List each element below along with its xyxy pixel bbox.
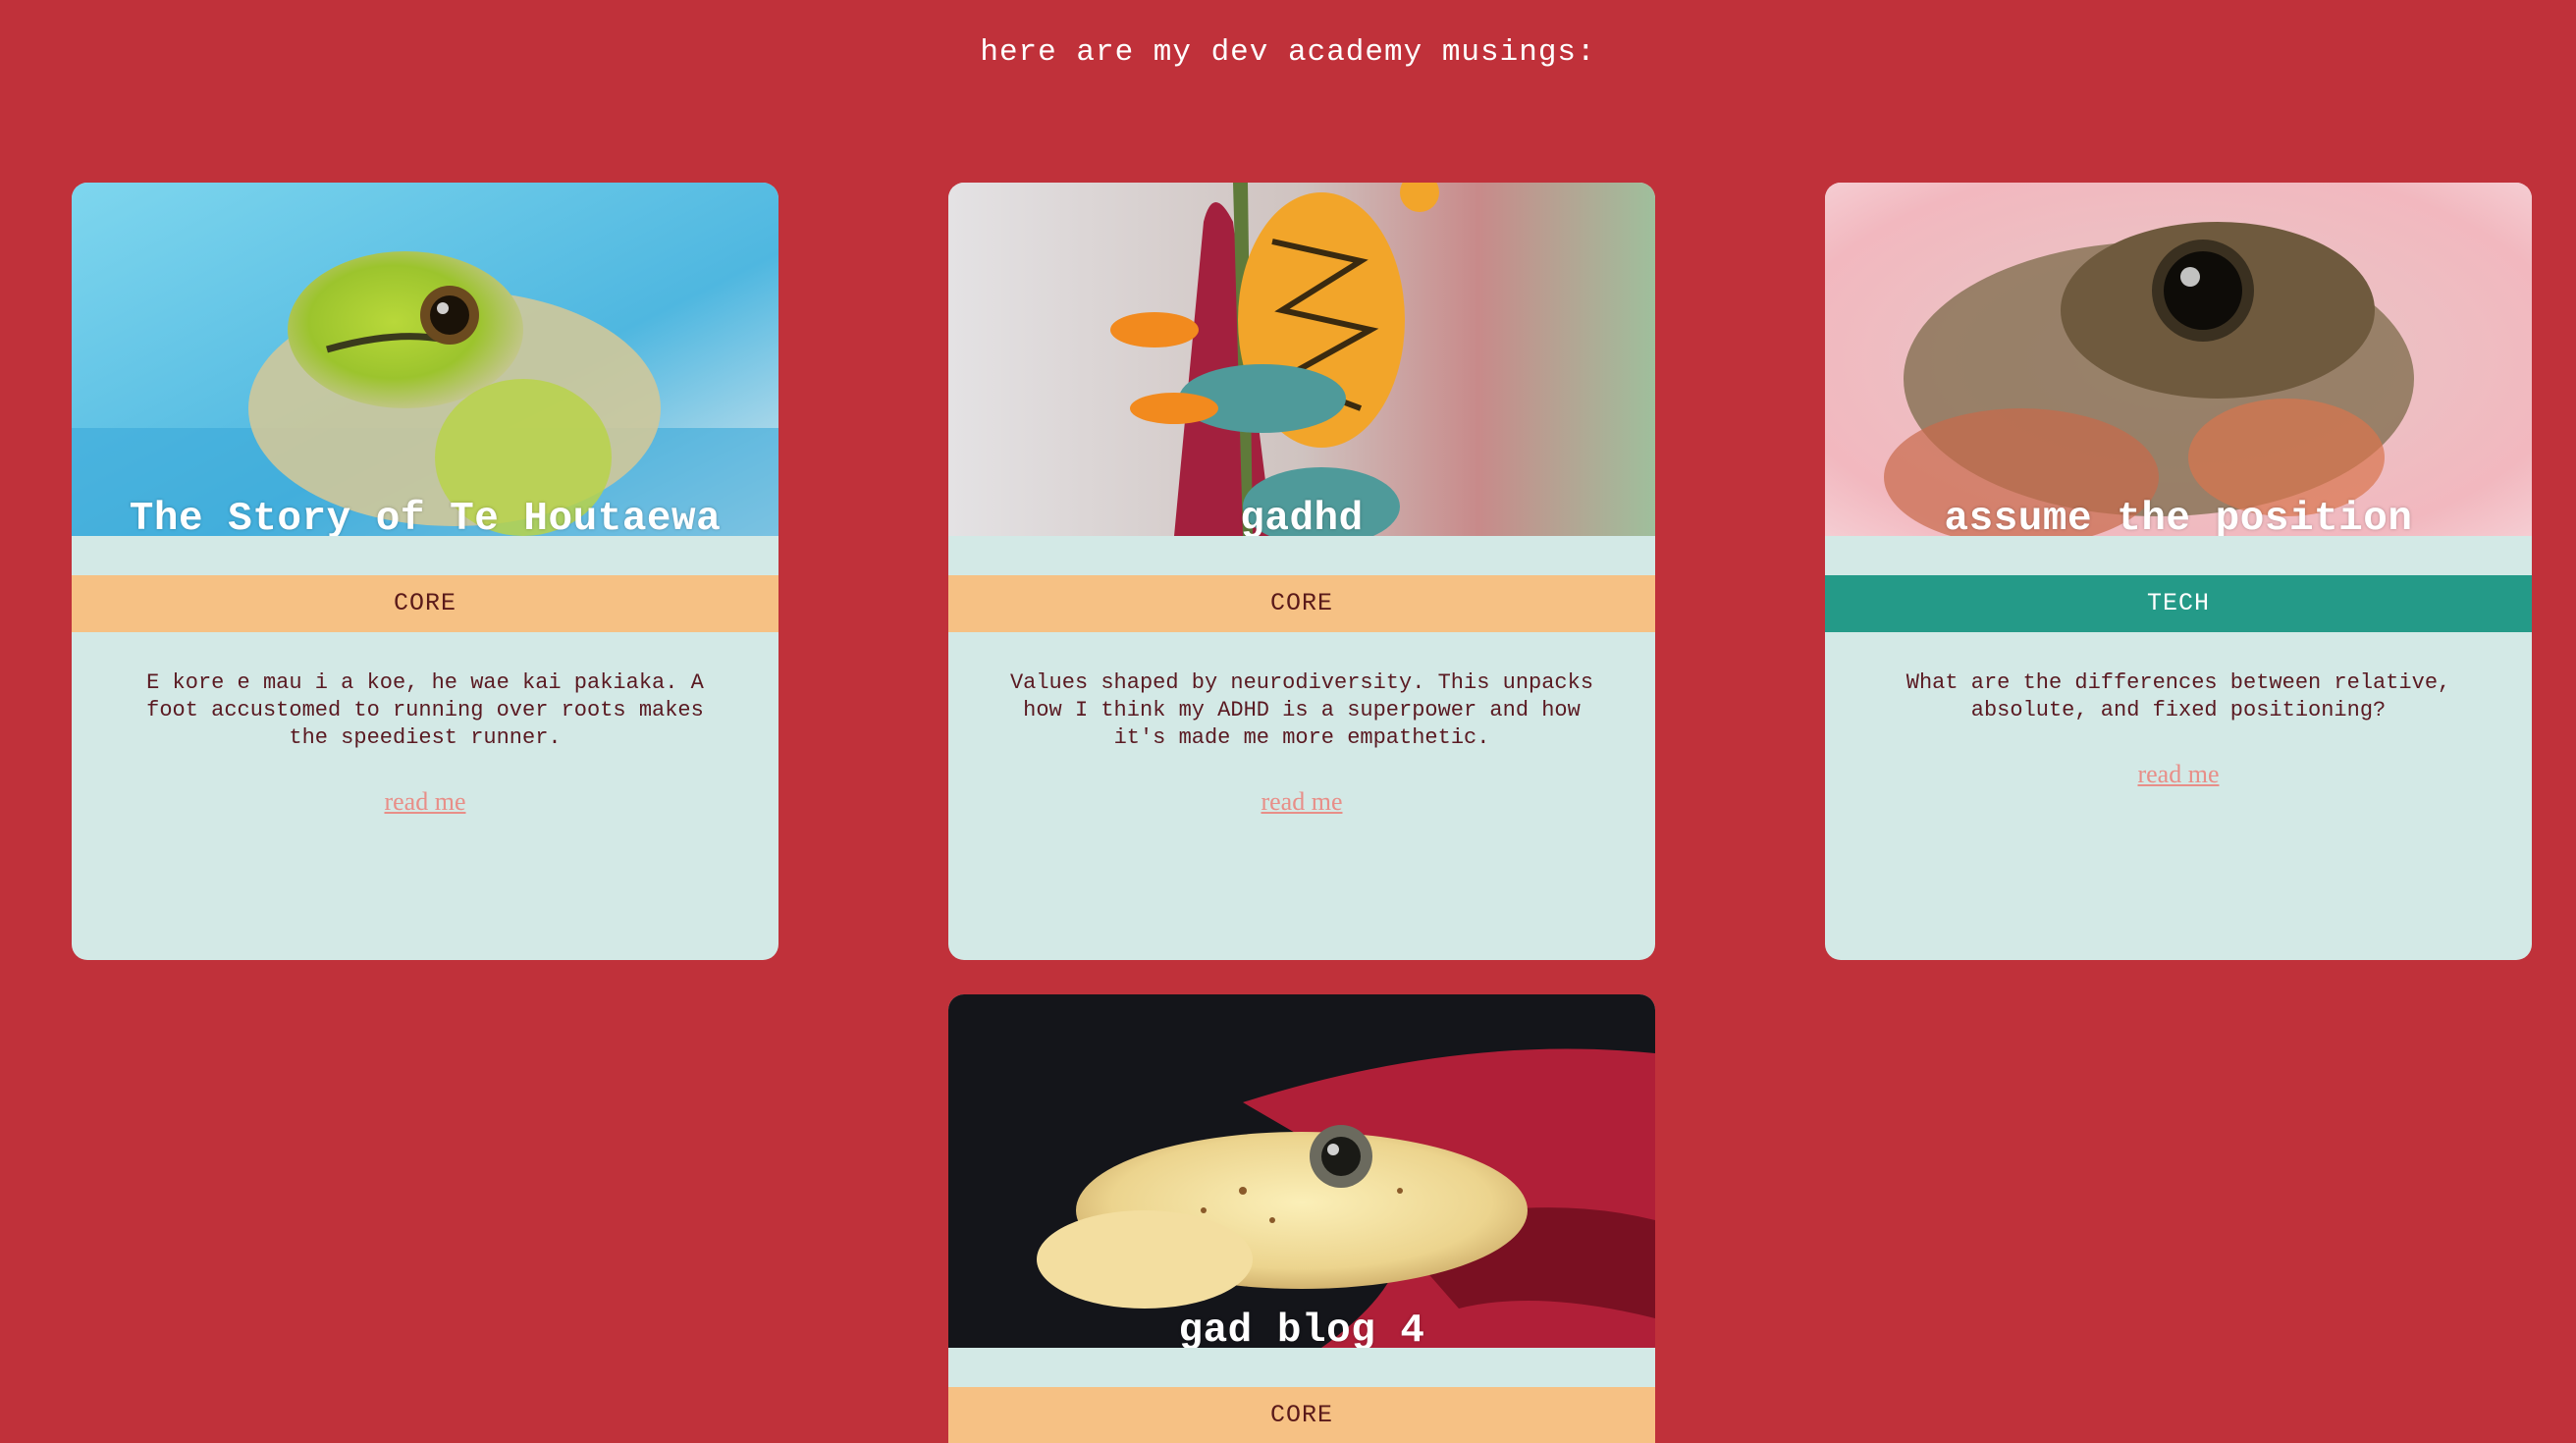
orange-tree-frog-photo	[948, 183, 1655, 536]
card-image: assume the position	[1825, 183, 2532, 536]
card-description: Values shaped by neurodiversity. This un…	[1009, 670, 1594, 750]
card-image: gadhd	[948, 183, 1655, 536]
card-description: What are the differences between relativ…	[1905, 670, 2451, 722]
blog-card-te-houtaewa[interactable]: The Story of Te Houtaewa CORE E kore e m…	[72, 183, 778, 960]
page-title: here are my dev academy musings:	[980, 35, 1596, 70]
card-image: The Story of Te Houtaewa	[72, 183, 778, 536]
card-title: gadhd	[1240, 497, 1364, 536]
blog-card-assume-the-position[interactable]: assume the position TECH What are the di…	[1825, 183, 2532, 960]
card-description: E kore e mau i a koe, he wae kai pakiaka…	[146, 670, 704, 750]
category-tag: CORE	[948, 575, 1655, 632]
brown-frog-photo	[1825, 183, 2532, 536]
category-tag: CORE	[948, 1387, 1655, 1443]
card-image: gad blog 4	[948, 994, 1655, 1348]
category-tag: CORE	[72, 575, 778, 632]
card-title: The Story of Te Houtaewa	[129, 497, 722, 536]
category-tag: TECH	[1825, 575, 2532, 632]
green-frog-photo	[72, 183, 778, 536]
read-me-link[interactable]: read me	[72, 787, 778, 817]
card-title: assume the position	[1944, 497, 2413, 536]
blog-card-gadhd[interactable]: gadhd CORE Values shaped by neurodiversi…	[948, 183, 1655, 960]
blog-card-gad-blog-4[interactable]: gad blog 4 CORE	[948, 994, 1655, 1443]
yellow-frog-photo	[948, 994, 1655, 1348]
read-me-link[interactable]: read me	[1825, 760, 2532, 789]
card-title: gad blog 4	[1178, 1309, 1425, 1348]
read-me-link[interactable]: read me	[948, 787, 1655, 817]
